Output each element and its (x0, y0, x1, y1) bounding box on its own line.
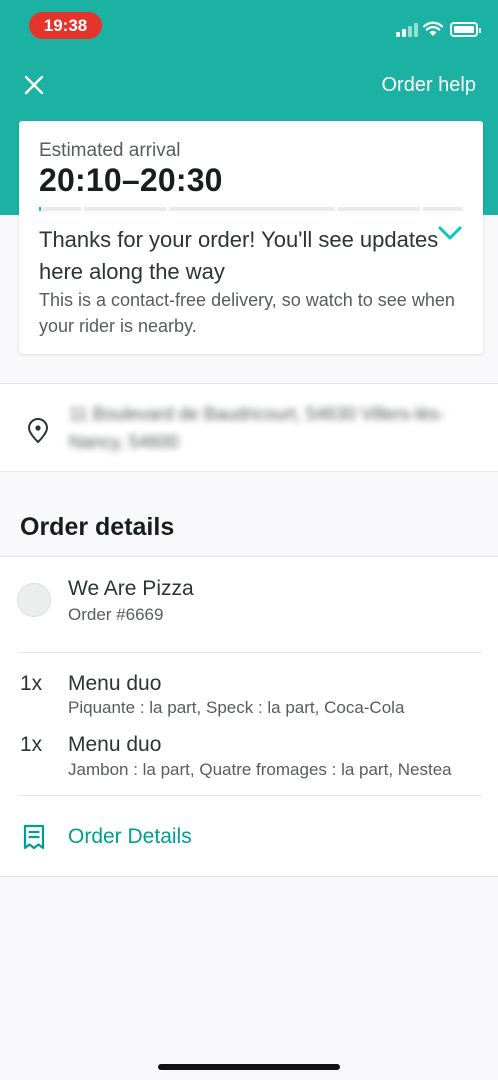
item-name: Menu duo (68, 672, 162, 695)
home-indicator[interactable] (158, 1064, 340, 1070)
close-icon[interactable] (22, 73, 46, 97)
progress-segment (84, 207, 166, 211)
arrival-card: Estimated arrival 20:10–20:30 Thanks for… (19, 121, 483, 354)
progress-segment (423, 207, 463, 211)
item-quantity: 1x (20, 733, 43, 756)
status-time: 19:38 (29, 12, 102, 39)
order-number: Order #6669 (68, 605, 164, 624)
progress-segment (169, 207, 335, 211)
order-status-message: Thanks for your order! You'll see update… (39, 227, 439, 284)
progress-segment (39, 207, 41, 211)
cellular-signal-icon (396, 23, 418, 37)
order-help-button[interactable]: Order help (382, 72, 477, 98)
item-options: Jambon : la part, Quatre fromages : la p… (68, 760, 452, 779)
contact-free-note: This is a contact-free delivery, so watc… (39, 290, 455, 336)
delivery-address-row[interactable]: 11 Boulevard de Baudricourt, 54630 Ville… (0, 383, 498, 472)
battery-icon (450, 22, 481, 37)
divider (20, 652, 482, 653)
item-name: Menu duo (68, 733, 162, 756)
restaurant-name: We Are Pizza (68, 577, 194, 600)
item-quantity: 1x (20, 672, 43, 695)
divider (20, 795, 482, 796)
order-details-heading: Order details (20, 513, 175, 541)
restaurant-logo (17, 583, 51, 617)
order-details-link[interactable]: Order Details (68, 825, 192, 849)
progress-segment (42, 207, 81, 211)
eta-time: 20:10–20:30 (39, 162, 223, 198)
eta-label: Estimated arrival (39, 140, 181, 161)
receipt-icon[interactable] (23, 824, 45, 850)
location-pin-icon (28, 418, 48, 443)
delivery-progress-bar (39, 207, 463, 211)
delivery-address: 11 Boulevard de Baudricourt, 54630 Ville… (69, 404, 445, 452)
item-options: Piquante : la part, Speck : la part, Coc… (68, 698, 405, 717)
chevron-down-icon[interactable] (436, 221, 464, 245)
order-details-card: We Are Pizza Order #6669 1x Menu duo Piq… (0, 556, 498, 877)
wifi-icon (423, 21, 443, 36)
progress-segment (338, 207, 420, 211)
